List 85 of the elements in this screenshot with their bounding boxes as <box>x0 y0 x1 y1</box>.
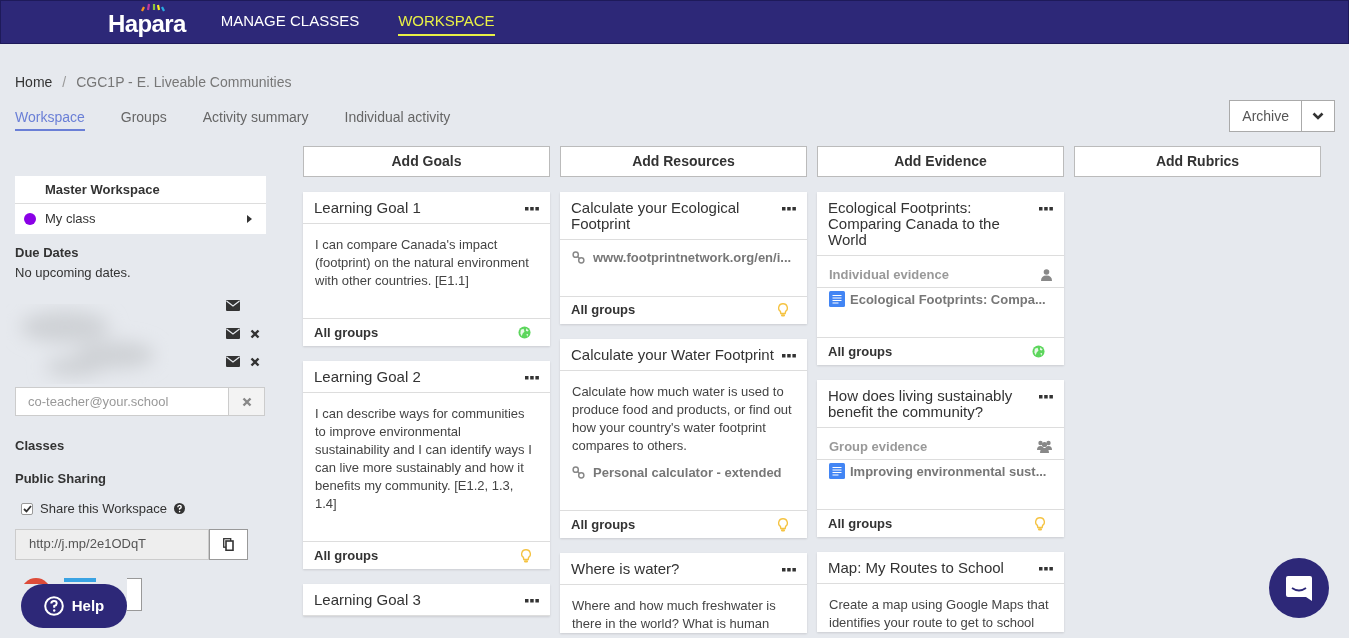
add-button[interactable]: Add Goals <box>303 146 550 177</box>
more-icon[interactable] <box>1039 567 1053 571</box>
card-description: Calculate how much water is used to produce food and products, or find out how your country's water footprint compares to others. <box>571 382 793 455</box>
share-url-field[interactable]: http://j.mp/2e1ODqT <box>15 528 209 560</box>
breadcrumb-link[interactable]: Home <box>15 72 53 93</box>
more-icon[interactable] <box>525 207 539 211</box>
resource-link[interactable]: Personal calculator - extended <box>593 462 782 482</box>
caret-icon <box>247 215 252 223</box>
link-icon <box>572 465 585 479</box>
more-icon[interactable] <box>525 599 539 603</box>
help-icon <box>43 596 64 616</box>
envelope-icon[interactable] <box>226 328 240 339</box>
envelope-icon[interactable] <box>226 300 240 311</box>
help-icon[interactable] <box>173 503 185 515</box>
card-description: Create a map using Google Maps that identifies your route to get to school <box>828 596 1050 632</box>
audience-label: All groups <box>571 301 636 320</box>
breadcrumb-separator: / <box>62 73 67 92</box>
class-item[interactable]: My class <box>15 204 266 234</box>
globe-icon <box>1032 345 1045 358</box>
card-title[interactable]: Map: My Routes to School <box>828 559 1004 576</box>
copy-button[interactable] <box>209 528 248 560</box>
evidence-type-label: Group evidence <box>829 438 928 456</box>
close-icon[interactable] <box>250 356 260 367</box>
copy-icon <box>223 537 234 551</box>
lightbulb-icon <box>778 303 788 317</box>
embed-button[interactable] <box>127 577 142 611</box>
close-icon[interactable] <box>250 328 260 339</box>
lightbulb-icon <box>1035 516 1045 531</box>
help-button[interactable]: Help <box>21 584 127 628</box>
logo-mark-icon <box>139 3 166 13</box>
chat-button[interactable] <box>1269 558 1329 618</box>
checkbox-label: Share this Workspace <box>40 500 167 518</box>
chevron-down-icon <box>1312 112 1324 120</box>
document-link[interactable]: Ecological Footprints: Compa... <box>850 289 1046 309</box>
section-title: Public Sharing <box>15 469 107 488</box>
person-icon <box>1041 268 1052 281</box>
card-description: Where and how much freshwater is there in the world? What is human <box>571 597 777 633</box>
nav-link[interactable]: WORKSPACE <box>398 9 495 36</box>
tab[interactable]: Activity summary <box>202 107 309 131</box>
audience-label: All groups <box>828 514 893 533</box>
card-title[interactable]: Calculate your Water Footprint <box>571 345 774 363</box>
nav-link[interactable]: MANAGE CLASSES <box>220 9 360 36</box>
lightbulb-icon <box>778 517 788 532</box>
card-title[interactable]: Where is water? <box>571 560 680 577</box>
card-title[interactable]: How does living sustainably benefit the community? <box>828 387 1031 420</box>
due-dates-text: No upcoming dates. <box>15 263 132 282</box>
more-icon[interactable] <box>1039 395 1053 399</box>
envelope-icon[interactable] <box>226 356 240 367</box>
add-button[interactable]: Add Resources <box>560 146 807 177</box>
people-icon <box>1037 440 1052 454</box>
document-icon <box>829 463 845 480</box>
audience-label: All groups <box>828 342 893 361</box>
card-title[interactable]: Calculate your Ecological Footprint <box>571 199 774 232</box>
more-icon[interactable] <box>782 207 796 211</box>
more-icon[interactable] <box>782 568 796 572</box>
more-icon[interactable] <box>525 376 539 380</box>
globe-icon <box>518 326 531 339</box>
card-description: I can describe ways for communities to improve environmental sustainability and I can identify ways I can live more sustainably and how it benefits my community. [E1.2, 1.3, 1.4] <box>314 405 533 513</box>
evidence-type-label: Individual evidence <box>829 266 949 284</box>
breadcrumb-current: CGC1P - E. Liveable Communities <box>76 73 292 92</box>
section-title: Due Dates <box>15 244 80 262</box>
audience-label: All groups <box>314 323 379 342</box>
chat-icon <box>1285 574 1313 602</box>
section-title: Classes <box>15 437 66 455</box>
audience-label: All groups <box>314 546 379 565</box>
card-title[interactable]: Learning Goal 1 <box>314 199 421 216</box>
more-icon[interactable] <box>782 353 796 358</box>
card-title[interactable]: Learning Goal 2 <box>314 368 421 385</box>
link-icon <box>572 251 585 265</box>
card-title[interactable]: Learning Goal 3 <box>314 591 421 608</box>
document-icon <box>829 291 845 308</box>
resource-link[interactable]: www.footprintnetwork.org/en/i... <box>593 248 792 268</box>
lightbulb-icon <box>521 548 531 563</box>
audience-label: All groups <box>571 515 636 534</box>
add-button[interactable]: Add Evidence <box>817 146 1064 177</box>
logo[interactable]: Hapara <box>108 12 186 36</box>
add-button[interactable]: Add Rubrics <box>1074 146 1321 177</box>
more-icon[interactable] <box>1039 207 1053 211</box>
document-link[interactable]: Improving environmental sust... <box>850 461 1047 481</box>
tab[interactable]: Groups <box>120 107 167 131</box>
share-checkbox[interactable] <box>21 502 33 515</box>
card-description: I can compare Canada's impact (footprint) on the natural environment with other countries. [E1.1] <box>314 236 530 290</box>
card-title[interactable]: Ecological Footprints: Comparing Canada to the World <box>828 199 1031 248</box>
panel-title: Master Workspace <box>45 180 160 199</box>
tab[interactable]: Individual activity <box>344 107 451 131</box>
